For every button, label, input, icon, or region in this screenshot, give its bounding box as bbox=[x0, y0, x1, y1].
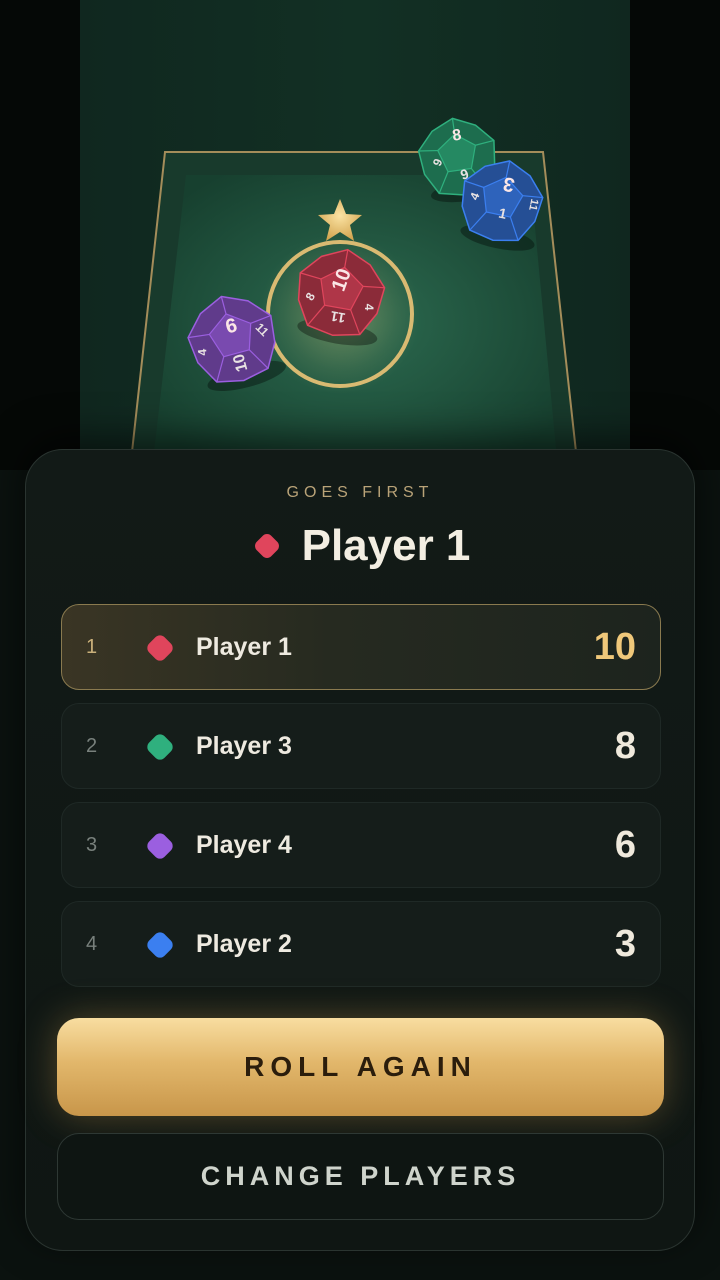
player-score: 8 bbox=[614, 724, 636, 767]
player-gem-icon bbox=[147, 734, 173, 760]
goes-first-label: GOES FIRST bbox=[286, 484, 434, 501]
rank-number: 2 bbox=[86, 734, 98, 757]
dice-table-scene: 10 8 11 4 8 9 6 3 4 1 11 9 4 10 11 bbox=[0, 0, 720, 470]
winner-gem-icon bbox=[254, 534, 279, 558]
die-number: 11 bbox=[329, 308, 347, 326]
player-score: 3 bbox=[614, 922, 636, 965]
winner-name: Player 1 bbox=[301, 521, 471, 570]
ranking-row-1: 1 Player 1 10 bbox=[61, 604, 661, 690]
roll-again-button[interactable]: ROLL AGAIN bbox=[57, 1018, 664, 1116]
ranking-row-4: 4 Player 2 3 bbox=[61, 901, 661, 987]
die-number: 4 bbox=[362, 304, 376, 311]
player-score: 6 bbox=[614, 823, 636, 866]
player-gem-icon bbox=[147, 635, 173, 661]
player-name: Player 4 bbox=[196, 830, 292, 859]
change-players-button[interactable]: CHANGE PLAYERS bbox=[57, 1133, 664, 1220]
dice-table-svg: 108114896 341 1194 1011 bbox=[128, 117, 580, 470]
player-gem-icon bbox=[147, 932, 173, 958]
player-name: Player 1 bbox=[196, 632, 292, 661]
ranking-row-2: 2 Player 3 8 bbox=[61, 703, 661, 789]
rank-number: 1 bbox=[86, 635, 98, 658]
player-name: Player 2 bbox=[196, 929, 292, 958]
player-score: 10 bbox=[593, 625, 636, 668]
player-name: Player 3 bbox=[196, 731, 292, 760]
rank-number: 3 bbox=[86, 833, 98, 856]
player-gem-icon bbox=[147, 833, 173, 859]
die-number: 11 bbox=[526, 198, 540, 212]
winner-header: Player 1 bbox=[0, 518, 720, 574]
rank-number: 4 bbox=[86, 932, 98, 955]
ranking-row-3: 3 Player 4 6 bbox=[61, 802, 661, 888]
